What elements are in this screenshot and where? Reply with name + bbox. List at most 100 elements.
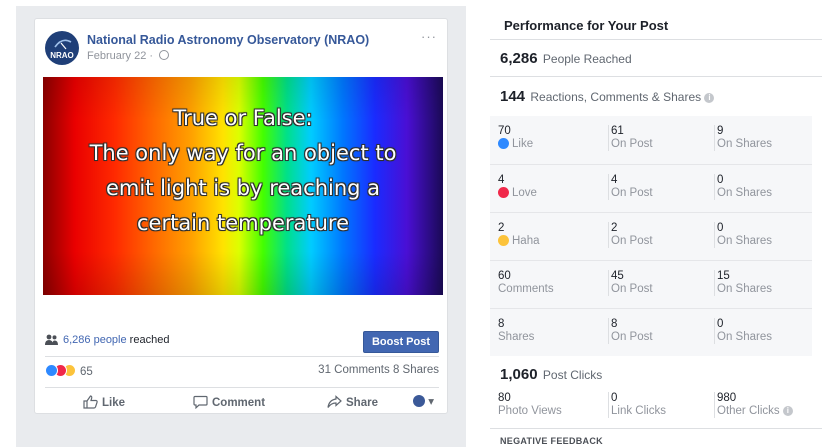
love-label: Love: [512, 187, 537, 199]
shares-total: 8: [498, 318, 505, 330]
share-arrow-icon: [327, 395, 342, 408]
like-total: 70: [498, 125, 511, 137]
reactions-summary[interactable]: 65: [45, 364, 93, 378]
image-caption: True or False: The only way for an objec…: [43, 101, 443, 241]
people-reached-label: People Reached: [542, 52, 632, 66]
post-clicks-value: 1,060: [500, 366, 538, 383]
like-reaction-icon: [498, 138, 509, 149]
shares-total-cell: 8 Shares: [498, 318, 534, 344]
shares-on-post-cell: 8 On Post: [608, 318, 653, 344]
love-on-shares: 0: [717, 174, 724, 186]
comments-count-link[interactable]: 31 Comments: [318, 364, 390, 376]
link-clicks-label: Link Clicks: [611, 405, 666, 417]
haha-label: Haha: [512, 235, 540, 247]
shares-count-link[interactable]: 8 Shares: [393, 364, 439, 376]
engagement-breakdown: 70 Like 61 On Post 9 On Shares 4 Love 4 On Po…: [490, 116, 812, 356]
like-on-shares: 9: [717, 125, 724, 137]
breakdown-row-haha: 2 Haha 2 On Post 0 On Shares: [490, 212, 812, 260]
on-shares-label: On Shares: [717, 187, 772, 199]
on-shares-label: On Shares: [717, 235, 772, 247]
shares-on-shares-cell: 0 On Shares: [714, 318, 772, 344]
divider: [490, 428, 822, 429]
people-reached-link[interactable]: 6,286 people: [63, 334, 127, 346]
love-on-shares-cell: 0 On Shares: [714, 174, 772, 200]
reach-summary: 6,286 people reached: [63, 334, 169, 346]
comments-on-shares: 15: [717, 270, 730, 282]
people-reached-value: 6,286: [500, 50, 538, 67]
post-card: NRAO National Radio Astronomy Observator…: [34, 18, 448, 414]
radio-dish-icon: [54, 39, 72, 50]
love-on-post-cell: 4 On Post: [608, 174, 653, 200]
panel-title: Performance for Your Post: [504, 18, 669, 33]
haha-reaction-icon: [498, 235, 509, 246]
comments-on-post-cell: 45 On Post: [608, 270, 653, 296]
engagement-stat: 144 Reactions, Comments & Shares i: [500, 88, 715, 105]
news-feed: NRAO National Radio Astronomy Observator…: [16, 6, 466, 447]
post-date[interactable]: February 22 ·: [87, 50, 170, 62]
more-options-icon[interactable]: ···: [421, 29, 437, 44]
image-caption-line: certain temperature: [136, 211, 350, 235]
like-on-post-cell: 61 On Post: [608, 125, 653, 151]
link-clicks-value: 0: [611, 392, 618, 404]
engagement-value: 144: [500, 88, 526, 105]
photo-views-cell: 80 Photo Views: [498, 392, 562, 418]
boost-post-button[interactable]: Boost Post: [362, 331, 439, 353]
on-shares-label: On Shares: [717, 331, 772, 343]
like-on-shares-cell: 9 On Shares: [714, 125, 772, 151]
like-label: Like: [102, 397, 126, 409]
engagement-counts: 65 31 Comments 8 Shares: [45, 364, 439, 380]
haha-total-cell: 2 Haha: [498, 222, 540, 248]
like-reaction-icon: [45, 364, 58, 377]
on-post-label: On Post: [611, 138, 653, 150]
info-icon[interactable]: i: [782, 406, 793, 416]
like-button[interactable]: Like: [83, 395, 125, 409]
divider: [490, 76, 822, 77]
comments-on-shares-cell: 15 On Shares: [714, 270, 772, 296]
love-total: 4: [498, 174, 505, 186]
breakdown-row-shares: 8 Shares 8 On Post 0 On Shares: [490, 308, 812, 356]
thumbs-up-icon: [83, 395, 98, 409]
image-caption-line: The only way for an object to: [89, 141, 397, 165]
haha-on-shares-cell: 0 On Shares: [714, 222, 772, 248]
post-image[interactable]: True or False: The only way for an objec…: [43, 77, 443, 295]
people-reached-stat: 6,286 People Reached: [500, 50, 632, 67]
love-reaction-icon: [498, 187, 509, 198]
divider: [490, 39, 822, 40]
on-shares-label: On Shares: [717, 138, 772, 150]
post-performance-panel: Performance for Your Post 6,286 People R…: [490, 6, 822, 447]
post-date-text: February 22 ·: [87, 50, 157, 62]
reach-suffix: reached: [126, 334, 170, 346]
link-clicks-cell: 0 Link Clicks: [608, 392, 666, 418]
other-clicks-value: 980: [717, 392, 737, 404]
nrao-logo-icon[interactable]: NRAO: [45, 31, 79, 65]
haha-total: 2: [498, 222, 505, 234]
photo-views-value: 80: [498, 392, 511, 404]
on-post-label: On Post: [611, 235, 653, 247]
reaction-count: 65: [80, 366, 93, 378]
comments-on-post: 45: [611, 270, 624, 282]
breakdown-row-comments: 60 Comments 45 On Post 15 On Shares: [490, 260, 812, 308]
on-shares-label: On Shares: [717, 283, 772, 295]
comments-total: 60: [498, 270, 511, 282]
people-icon: [45, 334, 58, 348]
comment-button[interactable]: Comment: [193, 395, 266, 410]
globe-icon: [159, 50, 170, 60]
post-clicks-stat: 1,060 Post Clicks: [500, 366, 602, 383]
comments-total-cell: 60 Comments: [498, 270, 554, 296]
breakdown-row-love: 4 Love 4 On Post 0 On Shares: [490, 164, 812, 212]
audience-selector[interactable]: ▾: [413, 394, 434, 408]
love-on-post: 4: [611, 174, 618, 186]
clicks-breakdown: 80 Photo Views 0 Link Clicks 980 Other Clic…: [490, 392, 812, 422]
divider: [45, 356, 439, 357]
on-post-label: On Post: [611, 187, 653, 199]
page-name-link[interactable]: National Radio Astronomy Observatory (NR…: [87, 33, 369, 47]
avatar-text: NRAO: [50, 50, 74, 60]
comment-share-counts: 31 Comments 8 Shares: [318, 364, 439, 376]
info-icon[interactable]: i: [704, 93, 715, 103]
share-button[interactable]: Share: [327, 395, 378, 409]
comments-label: Comments: [498, 283, 554, 295]
negative-feedback-heading: NEGATIVE FEEDBACK: [500, 436, 603, 446]
chevron-down-icon: ▾: [428, 396, 434, 408]
photo-views-label: Photo Views: [498, 405, 562, 417]
comment-label: Comment: [212, 397, 266, 409]
